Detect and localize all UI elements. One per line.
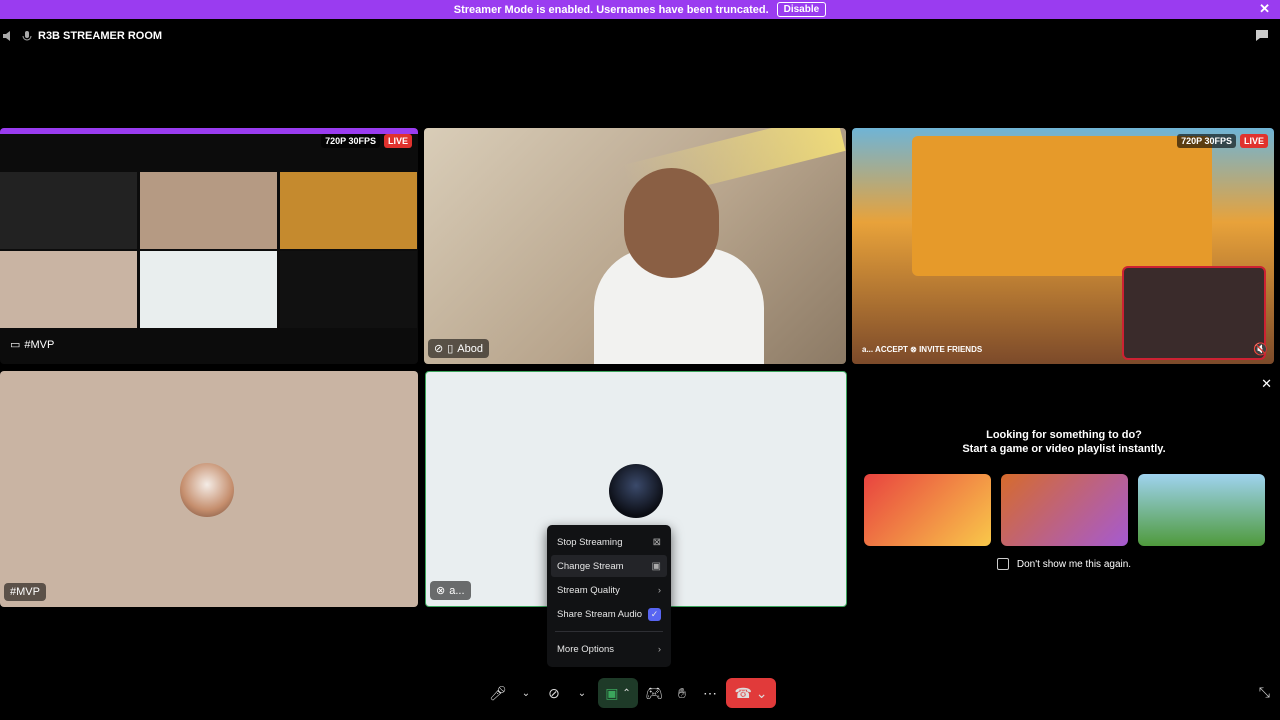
quality-text: 720P 30FPS [1177,134,1236,148]
channel-name: R3B STREAMER ROOM [38,30,163,42]
suggest-title-line2: Start a game or video playlist instantly… [962,443,1166,455]
screen-icon: ▭ [10,339,21,351]
dont-show-checkbox[interactable] [996,558,1009,570]
close-icon[interactable]: ✕ [1261,376,1272,392]
banner-text: Streamer Mode is enabled. Usernames have… [453,3,769,16]
person-head [624,168,719,278]
mic-button[interactable]: 🎤︎ [486,678,510,708]
more-options-button[interactable]: ⋯ [698,678,722,708]
invite-friends-panel [1122,266,1266,360]
food-truck [912,136,1212,276]
dont-show-label: Don't show me this again. [1016,558,1132,570]
tile-label-text: #MVP [24,338,55,351]
tile-label: ▭ #MVP [4,335,60,354]
screen-share-icon: ▣ [605,684,619,701]
streamer-mode-banner: Streamer Mode is enabled. Usernames have… [0,0,1280,19]
chevron-right-icon: › [657,643,661,655]
soundboard-button[interactable]: ✋︎ [670,678,694,708]
mic-options-chevron-icon[interactable]: ⌄ [514,678,538,708]
stream-context-menu: Stop Streaming ⊠ Change Stream ▣ Stream … [547,525,671,667]
checkbox-checked-icon[interactable]: ✓ [648,607,661,621]
activity-card-merge[interactable] [1000,474,1128,546]
channel-header: R3B STREAMER ROOM [2,30,162,42]
avatar [609,464,663,518]
live-badge: LIVE [1239,134,1268,148]
menu-item-label: Stop Streaming [557,536,623,548]
activity-suggestions: ✕ Looking for something to do? Start a g… [852,372,1276,608]
nested-tile-game [280,172,417,249]
change-stream-icon: ▣ [651,560,661,572]
screen-share-button[interactable]: ▣ ⌃ [598,678,638,708]
stream-quality-badge: 720P 30FPS LIVE [1177,134,1268,148]
menu-item-label: More Options [557,643,615,655]
tile-abod-camera[interactable]: ⊘ ▯ Abod [424,128,846,364]
nested-tile-grid [0,172,137,249]
camera-off-icon: ⊘ [434,343,444,355]
chevron-up-icon: ⌃ [622,687,631,699]
activity-cards [852,474,1276,546]
menu-item-more-options[interactable]: More Options › [547,638,671,660]
tile-label-text: a... [449,584,465,597]
activity-card-rad-carts[interactable] [863,474,991,546]
menu-item-share-audio[interactable]: Share Stream Audio ✓ [547,603,671,625]
menu-separator [555,631,663,632]
title-bar: R3B STREAMER ROOM [0,22,1280,50]
chevron-right-icon: › [657,584,661,596]
mute-icon[interactable]: 🔇 [1253,342,1268,356]
tile-label: ⊘ ▯ Abod [428,339,489,358]
tile-label: #MVP [4,583,46,601]
nested-tile-self [140,251,277,328]
xbox-icon: ⊗ [436,585,446,597]
live-badge: LIVE [383,134,412,148]
mic-icon [22,31,32,41]
avatar [180,463,234,517]
tile-label-text: #MVP [10,586,40,598]
phone-icon: ▯ [447,343,454,355]
nested-tile-suggest [280,251,417,328]
tile-mvp-camera[interactable]: #MVP [0,371,418,607]
stream-quality-badge: 720P 30FPS LIVE [321,134,412,148]
disconnect-button[interactable]: ☎︎ ⌄ [726,678,776,708]
tile-label-text: Abod [457,342,483,355]
activities-button[interactable]: 🎮︎ [642,678,666,708]
activity-card-blocks[interactable] [1137,474,1265,546]
menu-item-change-stream[interactable]: Change Stream ▣ [551,555,667,577]
speaker-icon [3,31,10,41]
close-icon[interactable]: ✕ [1259,1,1270,17]
chat-icon[interactable] [1254,27,1270,43]
suggest-title-line1: Looking for something to do? [986,429,1142,441]
tile-mvp-screenshare[interactable]: 720P 30FPS LIVE ▭ #MVP [0,128,418,364]
camera-off-button[interactable]: ⊘ [542,678,566,708]
nested-tile-mvp [0,251,137,328]
stop-stream-icon: ⊠ [652,536,661,548]
exit-fullscreen-icon[interactable]: ⤡ [1259,684,1270,701]
game-caption: a... ACCEPT ⊗ INVITE FRIENDS [862,345,983,354]
menu-item-label: Change Stream [557,560,624,572]
menu-item-label: Share Stream Audio [557,608,643,620]
nested-tile-cam [140,172,277,249]
camera-options-chevron-icon[interactable]: ⌄ [570,678,594,708]
dont-show-option[interactable]: Don't show me this again. [852,558,1276,570]
tile-game-stream[interactable]: 720P 30FPS LIVE a... ACCEPT ⊗ INVITE FRI… [852,128,1274,364]
menu-item-label: Stream Quality [557,584,620,596]
tile-label: ⊗ a... [430,581,471,600]
menu-item-stop-streaming[interactable]: Stop Streaming ⊠ [547,531,671,553]
call-controls: 🎤︎ ⌄ ⊘ ⌄ ▣ ⌃ 🎮︎ ✋︎ ⋯ ☎︎ ⌄ [486,677,776,709]
disable-button[interactable]: Disable [776,2,827,17]
quality-text: 720P 30FPS [321,134,380,148]
suggest-title: Looking for something to do? Start a gam… [852,428,1276,456]
menu-item-stream-quality[interactable]: Stream Quality › [547,579,671,601]
